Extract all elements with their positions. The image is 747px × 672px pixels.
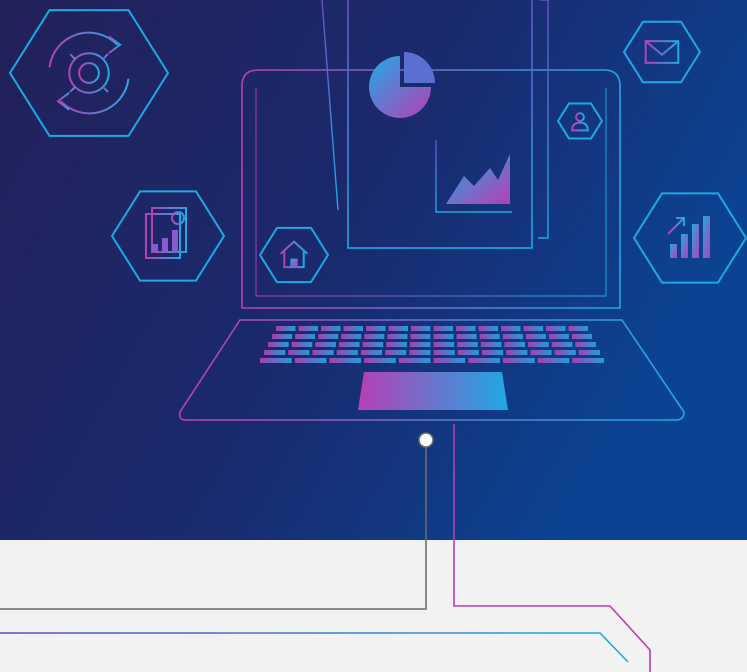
keyboard-key	[433, 334, 454, 339]
keyboard-key	[364, 334, 385, 339]
keyboard-key	[530, 350, 552, 355]
keyboard-key	[295, 334, 316, 339]
keyboard-key	[329, 358, 362, 363]
keyboard-key	[387, 334, 408, 339]
keyboard-key	[548, 334, 569, 339]
keyboard-key	[338, 342, 360, 347]
keyboard-key	[575, 342, 596, 347]
keyboard-key	[411, 326, 431, 331]
keyboard-key	[457, 350, 479, 355]
keyboard-key	[546, 326, 566, 331]
keyboard-key	[480, 342, 502, 347]
keyboard-key	[551, 342, 573, 347]
keyboard-key	[501, 326, 521, 331]
keyboard-key	[456, 326, 476, 331]
keyboard-key	[572, 358, 604, 363]
keyboard-key	[341, 334, 362, 339]
illustration-stage	[0, 0, 747, 672]
keyboard-key	[276, 326, 296, 331]
keyboard-key	[528, 342, 549, 347]
keyboard-key	[312, 350, 334, 355]
keyboard-key	[578, 350, 600, 355]
keyboard-key	[433, 342, 455, 347]
keyboard-key	[343, 326, 363, 331]
keyboard-key	[288, 350, 310, 355]
keyboard-key	[362, 342, 384, 347]
keyboard-key	[385, 350, 407, 355]
keyboard-key	[525, 334, 546, 339]
keyboard-key	[386, 342, 407, 347]
keyboard-key	[433, 326, 453, 331]
keyboard-key	[479, 334, 500, 339]
connector-node	[418, 432, 434, 448]
keyboard-key	[409, 342, 431, 347]
keyboard-key	[264, 350, 286, 355]
keyboard-key	[568, 326, 588, 331]
keyboard-key	[571, 334, 592, 339]
laptop-touchpad	[358, 372, 508, 410]
keyboard-key	[457, 342, 478, 347]
keyboard-key	[298, 326, 318, 331]
keyboard-key	[523, 326, 543, 331]
keyboard-key	[364, 358, 396, 363]
keyboard-key	[321, 326, 341, 331]
laptop-illustration	[0, 0, 747, 672]
keyboard-key	[502, 358, 535, 363]
keyboard-key	[260, 358, 292, 363]
keyboard-key	[272, 334, 293, 339]
keyboard-key	[433, 350, 455, 355]
keyboard-key	[456, 334, 477, 339]
keyboard-key	[409, 350, 431, 355]
keyboard-key	[268, 342, 289, 347]
keyboard-key	[315, 342, 336, 347]
keyboard-key	[478, 326, 498, 331]
keyboard-key	[336, 350, 358, 355]
keyboard-key	[537, 358, 570, 363]
keyboard-key	[366, 326, 386, 331]
keyboard-key	[504, 342, 526, 347]
keyboard-key	[294, 358, 327, 363]
keyboard-key	[481, 350, 504, 355]
keyboard-key	[398, 358, 431, 363]
keyboard-key	[502, 334, 523, 339]
keyboard-key	[410, 334, 431, 339]
keyboard-key	[468, 358, 500, 363]
connector-blue	[0, 632, 629, 663]
keyboard-key	[506, 350, 528, 355]
keyboard-key	[433, 358, 466, 363]
keyboard-key	[291, 342, 313, 347]
keyboard-key	[360, 350, 383, 355]
keyboard-key	[318, 334, 339, 339]
keyboard-key	[554, 350, 576, 355]
keyboard-key	[388, 326, 408, 331]
